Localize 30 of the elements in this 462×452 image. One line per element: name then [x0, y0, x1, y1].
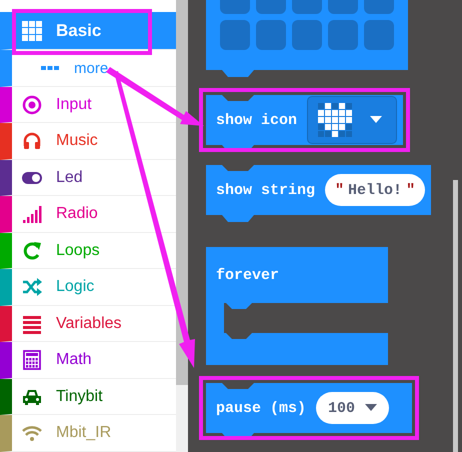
led-cell[interactable] [364, 20, 394, 50]
scrollbar[interactable] [453, 180, 458, 452]
show-leds-block[interactable] [206, 0, 408, 77]
block-label: forever [216, 267, 280, 284]
lines-icon [22, 314, 42, 334]
show-string-block[interactable]: show string " Hello! " [206, 165, 432, 222]
icon-dropdown[interactable] [307, 96, 398, 144]
caret-icon [365, 404, 378, 412]
heart-icon [318, 103, 352, 137]
signal-icon [22, 204, 42, 224]
led-cell[interactable] [256, 20, 286, 50]
headphones-icon [22, 131, 42, 152]
ellipsis-icon [41, 66, 59, 70]
block-label: show string [216, 182, 316, 198]
target-icon [22, 94, 42, 115]
block-label: pause (ms) [216, 400, 306, 416]
led-cell[interactable] [292, 20, 322, 50]
shuffle-icon [22, 277, 42, 298]
number-dropdown[interactable]: 100 [316, 392, 390, 424]
scrollbar[interactable] [176, 0, 188, 452]
block-label: show icon [216, 112, 298, 128]
refresh-icon [22, 240, 42, 261]
grid-icon [22, 20, 42, 41]
led-cell[interactable] [328, 20, 358, 50]
text-input-field[interactable]: " Hello! " [325, 174, 426, 206]
wifi-icon [22, 423, 42, 444]
calculator-icon [22, 350, 42, 370]
caret-icon [370, 116, 382, 124]
led-cell[interactable] [220, 20, 250, 50]
forever-block[interactable]: forever [206, 247, 388, 365]
